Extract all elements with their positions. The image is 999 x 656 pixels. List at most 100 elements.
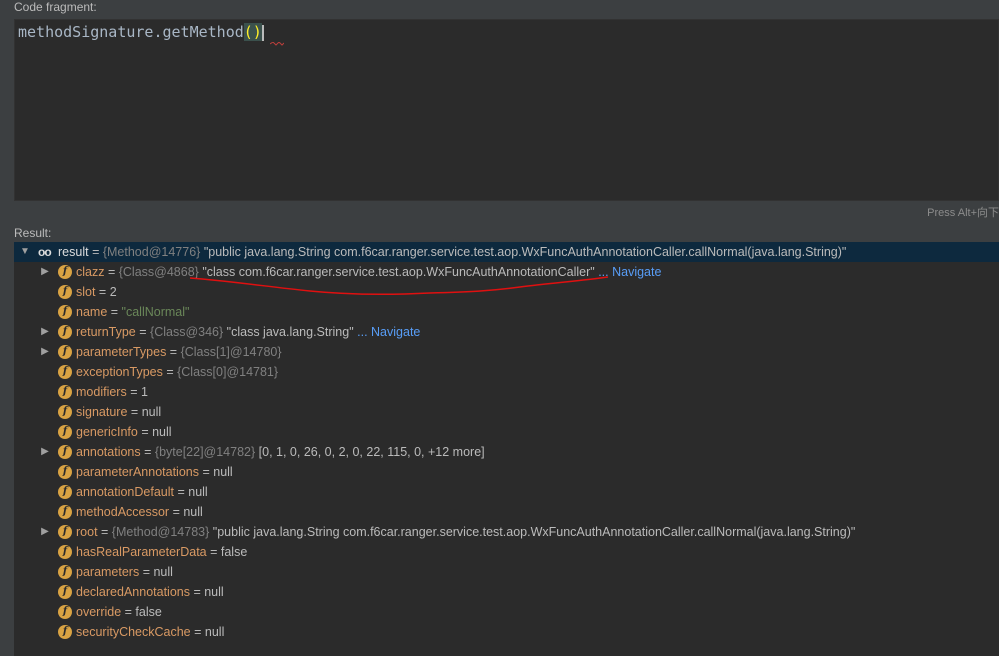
field-f-icon: f [58,465,72,479]
field-string-value: "callNormal" [121,305,190,319]
code-fragment-label: Code fragment: [14,0,97,14]
field-value: null [188,485,208,499]
result-name: result [58,245,89,259]
field-value: null [204,585,224,599]
chevron-right-icon[interactable]: ▶ [40,342,50,362]
tree-row-annotations[interactable]: ▶ f annotations = {byte[22]@14782} [0, 1, … [14,442,999,462]
field-value: null [152,425,172,439]
chevron-right-icon[interactable]: ▶ [40,442,50,462]
field-name: annotations [76,445,141,459]
field-name: root [76,525,98,539]
tree-row-modifiers[interactable]: f modifiers = 1 [14,382,999,402]
field-value: false [220,545,248,559]
code-fragment-editor[interactable]: methodSignature.getMethod() [14,19,999,201]
field-name: parameterAnnotations [76,465,199,479]
tree-row-methodAccessor[interactable]: f methodAccessor = null [14,502,999,522]
text-caret [261,24,264,41]
tree-row-parameterAnnotations[interactable]: f parameterAnnotations = null [14,462,999,482]
field-name: declaredAnnotations [76,585,190,599]
tree-row-returnType[interactable]: ▶ f returnType = {Class@346} "class java.l… [14,322,999,342]
field-f-icon: f [58,365,72,379]
field-name: parameters [76,565,140,579]
field-name: parameterTypes [76,345,167,359]
field-f-icon: f [58,585,72,599]
tree-row-parameters[interactable]: f parameters = null [14,562,999,582]
field-f-icon: f [58,425,72,439]
tree-row-result[interactable]: ▼ oo result = {Method@14776} "public jav… [14,242,999,262]
field-name: methodAccessor [76,505,170,519]
field-f-icon: f [58,325,72,339]
field-value: null [141,405,162,419]
field-type: {byte[22]@14782} [154,445,256,459]
field-value: false [135,605,162,619]
chevron-down-icon[interactable]: ▼ [20,242,30,262]
field-value: "public java.lang.String com.f6car.range… [212,525,856,539]
field-value: 2 [109,285,117,299]
code-parens: () [243,23,262,41]
chevron-right-icon[interactable]: ▶ [40,262,50,282]
watch-oo-icon: oo [38,245,52,259]
result-label: Result: [14,226,52,240]
field-value: null [153,565,173,579]
field-name: returnType [76,325,136,339]
field-f-icon: f [58,305,72,319]
tree-row-securityCheckCache[interactable]: f securityCheckCache = null [14,622,999,642]
field-type: {Class@346} [150,325,224,339]
tree-row-hasRealParameterData[interactable]: f hasRealParameterData = false [14,542,999,562]
tree-row-exceptionTypes[interactable]: f exceptionTypes = {Class[0]@14781} [14,362,999,382]
field-name: signature [76,405,128,419]
field-f-icon: f [58,485,72,499]
field-f-icon: f [58,605,72,619]
result-type: {Method@14776} [102,245,201,259]
tree-row-root[interactable]: ▶ f root = {Method@14783} "public java.lan… [14,522,999,542]
field-value: [0, 1, 0, 26, 0, 2, 0, 22, 115, 0, +12 m… [258,445,485,459]
tree-row-genericInfo[interactable]: f genericInfo = null [14,422,999,442]
tree-row-signature[interactable]: f signature = null [14,402,999,422]
chevron-right-icon[interactable]: ▶ [40,322,50,342]
field-f-icon: f [58,525,72,539]
field-name: slot [76,285,96,299]
code-text: methodSignature.getMethod() [18,23,264,41]
field-name: securityCheckCache [76,625,191,639]
tree-row-override[interactable]: f override = false [14,602,999,622]
tree-row-name[interactable]: f name = "callNormal" [14,302,999,322]
field-f-icon: f [58,385,72,399]
field-value: "class java.lang.String" [226,325,354,339]
field-f-icon: f [58,265,72,279]
result-value: "public java.lang.String com.f6car.range… [203,245,847,259]
field-name: exceptionTypes [76,365,163,379]
field-name: genericInfo [76,425,138,439]
field-type: {Class[0]@14781} [177,365,279,379]
error-squiggle [270,42,284,46]
code-prefix: methodSignature.getMethod [18,23,244,41]
field-type: {Class[1]@14780} [180,345,282,359]
field-f-icon: f [58,625,72,639]
field-type: {Class@4868} [118,265,199,279]
tree-row-annotationDefault[interactable]: f annotationDefault = null [14,482,999,502]
field-type: {Method@14783} [111,525,210,539]
field-f-icon: f [58,345,72,359]
field-f-icon: f [58,285,72,299]
field-name: clazz [76,265,105,279]
field-value: null [213,465,233,479]
field-value: null [204,625,225,639]
field-f-icon: f [58,505,72,519]
navigate-link[interactable]: ... Navigate [357,325,420,339]
chevron-right-icon[interactable]: ▶ [40,522,50,542]
field-name: annotationDefault [76,485,174,499]
field-name: hasRealParameterData [76,545,207,559]
field-name: override [76,605,122,619]
result-tree[interactable]: ▼ oo result = {Method@14776} "public jav… [14,242,999,656]
field-value: 1 [140,385,148,399]
field-value: null [183,505,203,519]
field-f-icon: f [58,545,72,559]
tree-row-declaredAnnotations[interactable]: f declaredAnnotations = null [14,582,999,602]
field-f-icon: f [58,405,72,419]
completion-hint: Press Alt+向下 [927,207,999,219]
field-f-icon: f [58,445,72,459]
field-name: name [76,305,108,319]
red-underline-annotation [190,276,609,296]
field-f-icon: f [58,565,72,579]
tree-row-parameterTypes[interactable]: ▶ f parameterTypes = {Class[1]@14780} [14,342,999,362]
field-name: modifiers [76,385,127,399]
